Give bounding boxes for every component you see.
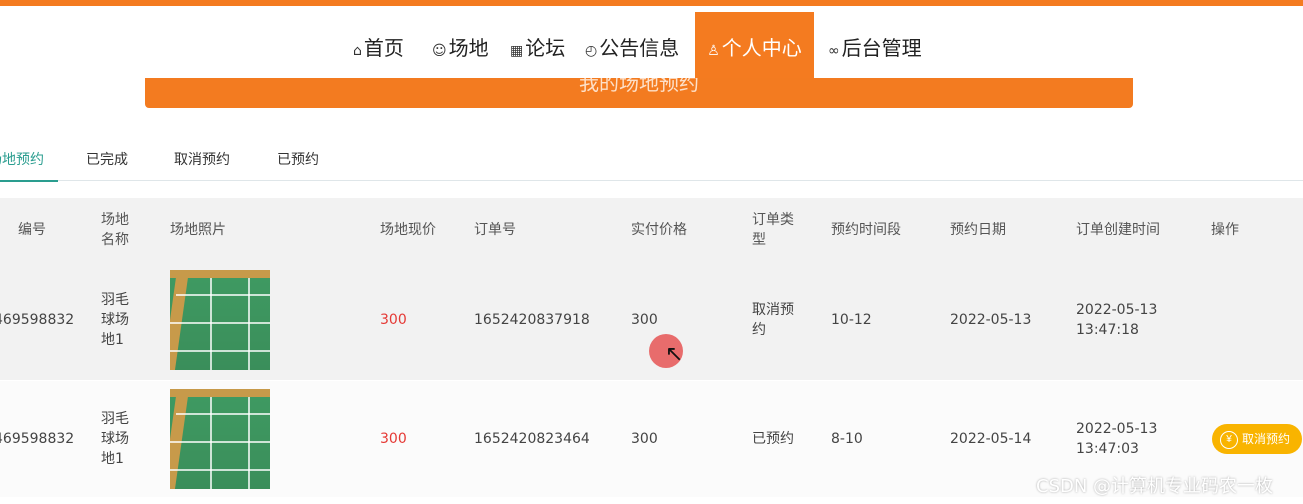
booking-tabs: 场地预约 已完成 取消预约 已预约 <box>0 140 1303 182</box>
nav-personal-center[interactable]: ♙ 个人中心 <box>695 12 814 84</box>
nav-home[interactable]: ⌂ 首页 <box>353 12 404 84</box>
col-photo-header: 场地照片 <box>170 222 226 238</box>
page-title-banner: 我的场地预约 <box>145 78 1133 108</box>
row-price: 300 <box>380 431 407 447</box>
row-created-time: 13:47:18 <box>1076 322 1139 338</box>
row-time-slot: 10-12 <box>831 312 872 328</box>
watermark: CSDN @计算机专业码农一枚 <box>1036 476 1274 497</box>
page-title: 我的场地预约 <box>579 78 699 95</box>
venue-photo <box>170 389 270 489</box>
nav-venue[interactable]: ☺ 场地 <box>432 12 489 84</box>
row-id: 469598832 <box>0 312 75 328</box>
home-icon: ⌂ <box>353 43 362 59</box>
yen-icon: ¥ <box>1220 430 1238 449</box>
col-order-header: 订单号 <box>474 222 516 238</box>
row-created-date: 2022-05-13 <box>1076 421 1158 437</box>
nav-notice[interactable]: ◴ 公告信息 <box>585 12 679 84</box>
forum-icon: ▦ <box>510 43 524 59</box>
nav-notice-label: 公告信息 <box>599 36 680 60</box>
row-created-time: 13:47:03 <box>1076 441 1139 457</box>
col-date-header: 预约日期 <box>950 222 1006 238</box>
tab-venue-booking[interactable]: 场地预约 <box>0 140 58 182</box>
col-id-header: 编号 <box>18 222 46 238</box>
col-paid-header: 实付价格 <box>631 222 687 238</box>
col-price-header: 场地现价 <box>380 222 436 238</box>
row-booking-date: 2022-05-13 <box>950 312 1032 328</box>
venue-photo <box>170 270 270 370</box>
table-row: 469598832 羽毛球场地1 300 1652420837918 300 取… <box>0 264 1303 380</box>
row-order-number: 1652420837918 <box>474 312 590 328</box>
table-header: 编号 场地名称 场地照片 场地现价 订单号 实付价格 订单类型 预约时间段 预约… <box>0 198 1303 264</box>
row-paid: 300 <box>631 431 658 447</box>
nav-admin[interactable]: ∞ 后台管理 <box>828 12 922 84</box>
cursor-icon: ↖ <box>665 342 684 367</box>
cancel-booking-label: 取消预约 <box>1242 432 1291 446</box>
row-venue-name: 羽毛球场地1 <box>101 292 129 348</box>
col-slot-header: 预约时间段 <box>831 222 901 238</box>
row-time-slot: 8-10 <box>831 431 863 447</box>
user-icon: ♙ <box>707 43 720 59</box>
row-id: 469598832 <box>0 431 75 447</box>
col-action-header: 操作 <box>1211 222 1239 238</box>
row-created-date: 2022-05-13 <box>1076 302 1158 318</box>
row-order-type: 已预约 <box>752 431 794 447</box>
row-booking-date: 2022-05-14 <box>950 431 1032 447</box>
row-price: 300 <box>380 312 407 328</box>
nav-forum-label: 论坛 <box>525 36 566 60</box>
nav-personal-center-label: 个人中心 <box>721 36 802 60</box>
tab-completed[interactable]: 已完成 <box>86 140 128 180</box>
row-order-type: 取消预约 <box>752 302 794 338</box>
nav-forum[interactable]: ▦ 论坛 <box>510 12 565 84</box>
main-nav: ⌂ 首页 ☺ 场地 ▦ 论坛 ◴ 公告信息 ♙ 个人中心 ∞ 后台管理 <box>0 6 1303 84</box>
row-venue-name: 羽毛球场地1 <box>101 411 129 467</box>
col-created-header: 订单创建时间 <box>1076 222 1160 238</box>
nav-venue-label: 场地 <box>448 36 489 60</box>
row-order-number: 1652420823464 <box>474 431 590 447</box>
tab-venue-booking-label: 场地预约 <box>0 152 44 168</box>
nav-home-label: 首页 <box>363 36 404 60</box>
cancel-booking-button[interactable]: ¥ 取消预约 <box>1212 424 1302 454</box>
nav-admin-label: 后台管理 <box>841 36 922 60</box>
venue-icon: ☺ <box>432 43 447 59</box>
notice-icon: ◴ <box>585 43 598 59</box>
col-name-header: 场地名称 <box>101 212 129 248</box>
col-type-header: 订单类型 <box>752 212 794 248</box>
link-icon: ∞ <box>828 43 840 59</box>
tab-cancelled[interactable]: 取消预约 <box>174 140 230 180</box>
row-paid: 300 <box>631 312 658 328</box>
tab-booked[interactable]: 已预约 <box>277 140 319 180</box>
